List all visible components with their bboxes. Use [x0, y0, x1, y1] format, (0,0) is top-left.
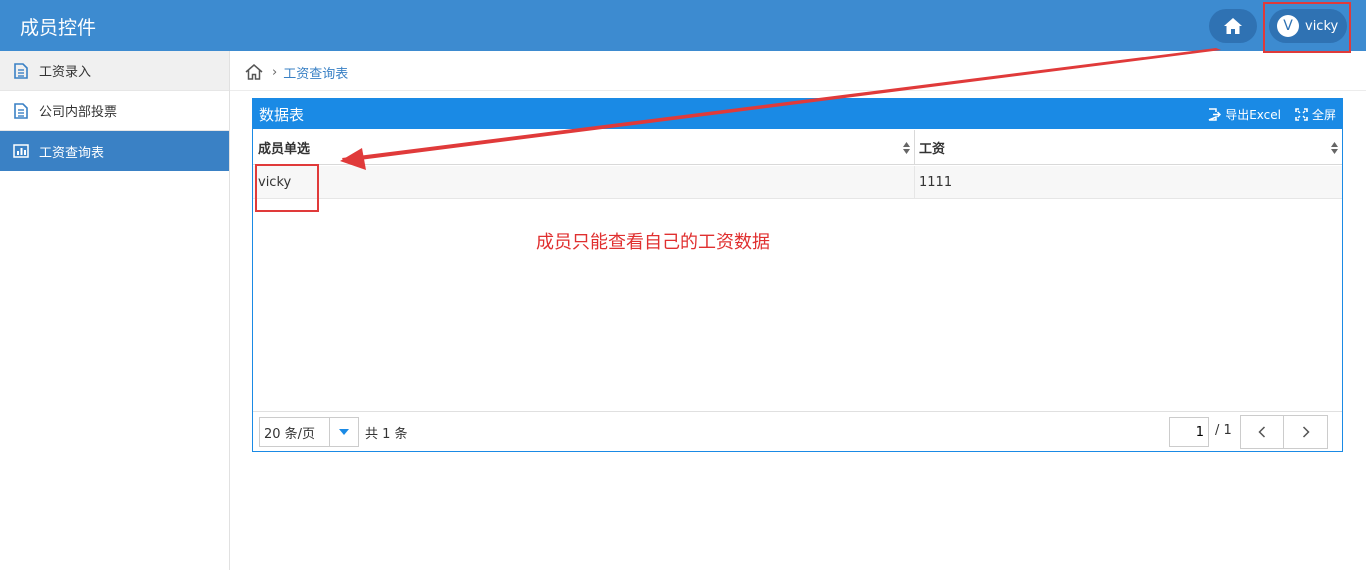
cell-member: vicky	[253, 166, 915, 199]
export-excel-button[interactable]: 导出Excel	[1208, 106, 1281, 123]
page-size-dropdown-button[interactable]	[330, 418, 358, 446]
page-size-value: 20 条/页	[260, 418, 330, 446]
data-panel: 数据表 导出Excel 全屏 成员单选 工资 vicky 1111 20 条/页	[252, 98, 1343, 452]
sidebar-item-internal-vote[interactable]: 公司内部投票	[0, 91, 229, 131]
chevron-right-icon: ›	[272, 64, 278, 80]
annotation-note: 成员只能查看自己的工资数据	[536, 232, 770, 253]
sidebar-item-label: 工资录入	[39, 65, 92, 80]
next-page-button[interactable]	[1284, 416, 1327, 448]
document-icon	[13, 62, 29, 79]
divider	[230, 90, 1366, 91]
pagination: 20 条/页 共 1 条 / 1	[253, 411, 1342, 451]
prev-page-button[interactable]	[1241, 416, 1284, 448]
sidebar-item-salary-entry[interactable]: 工资录入	[0, 51, 229, 91]
home-icon[interactable]	[244, 63, 264, 81]
annotation-box-user	[1263, 2, 1351, 53]
page-count: / 1	[1215, 423, 1232, 438]
panel-header: 数据表 导出Excel 全屏	[253, 99, 1342, 129]
breadcrumb-current[interactable]: 工资查询表	[283, 63, 348, 82]
table-header: 成员单选 工资	[253, 130, 1342, 165]
sidebar-item-salary-query[interactable]: 工资查询表	[0, 131, 229, 171]
export-icon	[1208, 107, 1222, 121]
panel-title: 数据表	[259, 105, 305, 124]
page-size-select[interactable]: 20 条/页	[259, 417, 359, 447]
sidebar: 工资录入 公司内部投票 工资查询表	[0, 51, 230, 570]
cell-salary: 1111	[919, 175, 953, 190]
fullscreen-button[interactable]: 全屏	[1295, 106, 1336, 123]
sidebar-item-label: 工资查询表	[39, 145, 105, 161]
document-icon	[13, 102, 29, 119]
fullscreen-icon	[1295, 107, 1308, 121]
page-nav	[1240, 415, 1328, 449]
column-header-member[interactable]: 成员单选	[253, 130, 915, 165]
column-header-salary[interactable]: 工资	[915, 130, 1342, 165]
report-icon	[13, 143, 29, 159]
home-icon	[1224, 18, 1242, 34]
home-button[interactable]	[1209, 9, 1257, 43]
export-excel-label: 导出Excel	[1225, 107, 1281, 122]
app-title: 成员控件	[20, 17, 97, 39]
table-row[interactable]: vicky 1111	[253, 166, 1342, 199]
top-bar: 成员控件 V vicky	[0, 0, 1366, 51]
caret-down-icon	[339, 429, 349, 435]
page-number-input[interactable]	[1169, 417, 1209, 447]
fullscreen-label: 全屏	[1311, 107, 1336, 122]
chevron-right-icon	[1302, 426, 1310, 438]
chevron-left-icon	[1258, 426, 1266, 438]
breadcrumb: › 工资查询表	[244, 60, 348, 84]
total-count: 共 1 条	[365, 427, 408, 442]
sort-icon	[1331, 142, 1338, 154]
sort-icon	[903, 142, 910, 154]
sidebar-item-label: 公司内部投票	[39, 105, 118, 120]
annotation-box-cell	[255, 164, 319, 212]
